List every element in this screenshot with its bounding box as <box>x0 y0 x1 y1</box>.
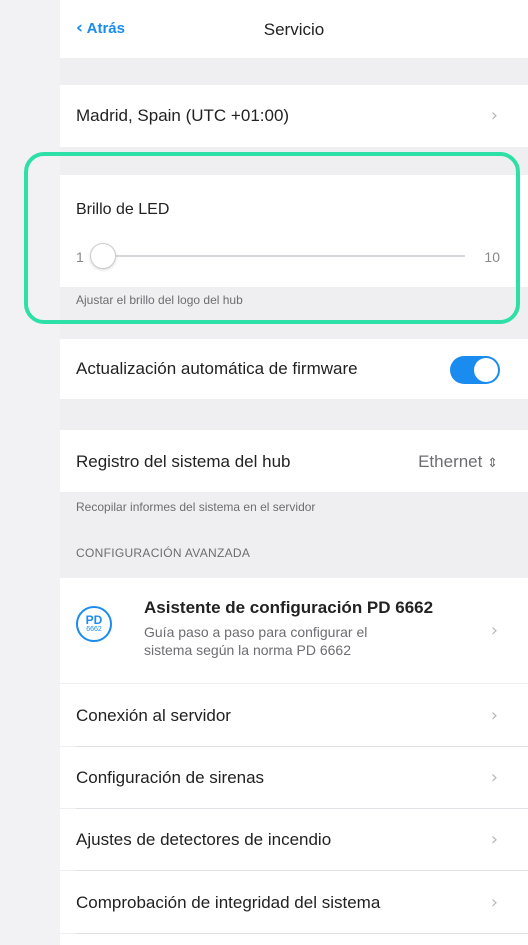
timezone-label: Madrid, Spain (UTC +01:00) <box>76 106 290 125</box>
nav-bar: ‹ Atrás Servicio <box>60 0 528 58</box>
firmware-toggle[interactable] <box>450 356 500 384</box>
select-arrows-icon: ⇕ <box>487 456 498 471</box>
syslog-label: Registro del sistema del hub <box>76 452 291 471</box>
syslog-row[interactable]: Registro del sistema del hub Ethernet ⇕ <box>60 430 528 492</box>
syslog-value[interactable]: Ethernet ⇕ <box>418 452 498 472</box>
server-connection-label: Conexión al servidor <box>76 706 231 725</box>
settings-screen: ‹ Atrás Servicio Madrid, Spain (UTC +01:… <box>24 0 528 945</box>
chevron-right-icon: › <box>490 620 498 641</box>
timezone-row[interactable]: Madrid, Spain (UTC +01:00) › <box>60 85 528 147</box>
wizard-subtitle-1: Guía paso a paso para configurar el <box>144 624 368 640</box>
integrity-check-row[interactable]: Comprobación de integridad del sistema › <box>60 871 528 933</box>
page-title: Servicio <box>263 20 325 39</box>
highlight-outline <box>24 152 520 324</box>
fire-detectors-row[interactable]: Ajustes de detectores de incendio › <box>60 809 528 870</box>
fire-detectors-label: Ajustes de detectores de incendio <box>76 830 332 849</box>
sirens-row[interactable]: Configuración de sirenas › <box>60 747 528 808</box>
syslog-value-label: Ethernet <box>418 452 483 471</box>
integrity-check-label: Comprobación de integridad del sistema <box>76 893 381 912</box>
chevron-right-icon: › <box>490 705 498 726</box>
chevron-right-icon: › <box>490 767 498 788</box>
toggle-knob <box>474 358 498 382</box>
wizard-subtitle-2: sistema según la norma PD 6662 <box>144 642 351 658</box>
pd6662-icon-bottom: 6662 <box>86 626 102 633</box>
advanced-section-header: CONFIGURACIÓN AVANZADA <box>76 546 251 560</box>
firmware-row: Actualización automática de firmware <box>60 339 528 399</box>
firmware-label: Actualización automática de firmware <box>76 359 358 378</box>
pd6662-wizard-row[interactable]: PD 6662 Asistente de configuración PD 66… <box>60 578 528 683</box>
chevron-right-icon: › <box>490 829 498 850</box>
chevron-right-icon: › <box>490 892 498 913</box>
pd6662-icon: PD 6662 <box>76 606 112 642</box>
server-connection-row[interactable]: Conexión al servidor › <box>60 684 528 746</box>
pd6662-icon-top: PD <box>85 613 103 627</box>
sirens-label: Configuración de sirenas <box>76 768 265 787</box>
next-row-partial <box>60 934 528 945</box>
chevron-right-icon: › <box>490 105 498 126</box>
syslog-hint: Recopilar informes del sistema en el ser… <box>76 500 316 514</box>
wizard-title: Asistente de configuración PD 6662 <box>144 598 434 617</box>
